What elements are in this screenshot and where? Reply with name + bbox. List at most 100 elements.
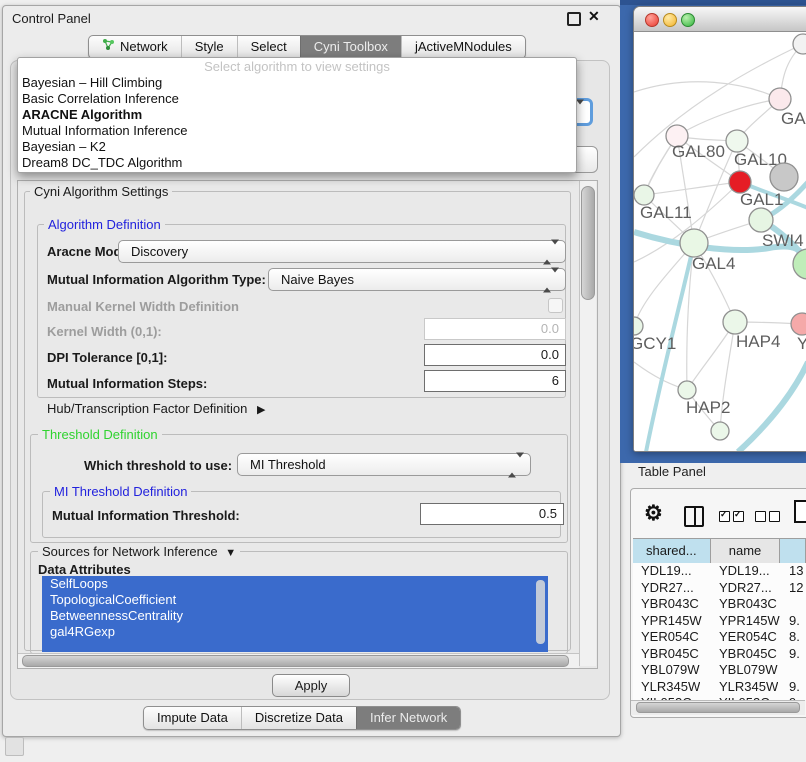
attribute-item[interactable]: TopologicalCoefficient bbox=[42, 592, 548, 608]
network-node-gal[interactable] bbox=[769, 88, 791, 110]
settings-gear-icon[interactable]: ⚙ bbox=[644, 501, 663, 526]
which-threshold-combobox[interactable]: MI Threshold bbox=[237, 453, 531, 476]
table-cell: YBR045C bbox=[719, 646, 777, 663]
float-window-icon[interactable] bbox=[567, 12, 581, 26]
aracne-mode-combobox[interactable]: Discovery bbox=[118, 240, 566, 263]
network-node-y[interactable] bbox=[791, 313, 806, 335]
close-panel-icon[interactable]: ✕ bbox=[588, 8, 600, 25]
network-canvas[interactable]: GALGAL80GAL10GAL1GAL11SWI4GAL4GCY1HAP4YH… bbox=[634, 32, 806, 451]
table-cell: YDL19... bbox=[641, 563, 692, 580]
network-edge[interactable] bbox=[738, 362, 806, 451]
settings-horizontal-scrollbar-thumb[interactable] bbox=[22, 655, 569, 667]
table-horizontal-scrollbar-thumb[interactable] bbox=[636, 702, 800, 713]
network-edge[interactable] bbox=[644, 182, 740, 195]
table-row[interactable]: YPR145WYPR145W9. bbox=[633, 613, 806, 630]
algorithm-option[interactable]: Mutual Information Inference bbox=[18, 123, 576, 139]
network-graph: GALGAL80GAL10GAL1GAL11SWI4GAL4GCY1HAP4YH… bbox=[634, 32, 806, 451]
algorithm-dropdown-list: Bayesian – Hill ClimbingBasic Correlatio… bbox=[18, 75, 576, 171]
split-table-icon[interactable] bbox=[684, 506, 704, 527]
table-row[interactable]: YBR043CYBR043C bbox=[633, 596, 806, 613]
network-node[interactable] bbox=[793, 249, 806, 279]
mi-algorithm-type-value: Naive Bayes bbox=[281, 272, 354, 287]
expand-arrow-icon: ▶ bbox=[257, 404, 265, 416]
settings-vertical-scrollbar-thumb[interactable] bbox=[581, 186, 595, 300]
tab-jactivemnodules[interactable]: jActiveMNodules bbox=[401, 36, 525, 58]
kernel-width-value: 0.0 bbox=[541, 321, 559, 336]
tab-label: Infer Network bbox=[370, 707, 447, 729]
table-row[interactable]: YLR345WYLR345W9. bbox=[633, 679, 806, 696]
network-node-gal11[interactable] bbox=[634, 185, 654, 205]
network-view-window: GALGAL80GAL10GAL1GAL11SWI4GAL4GCY1HAP4YH… bbox=[633, 6, 806, 452]
table-cell: 9. bbox=[789, 679, 800, 696]
mi-steps-label: Mutual Information Steps: bbox=[47, 376, 207, 391]
attribute-item[interactable]: BetweennessCentrality bbox=[42, 608, 548, 624]
unselect-columns-icon[interactable] bbox=[755, 511, 780, 522]
kernel-width-field[interactable]: 0.0 bbox=[424, 318, 566, 340]
column-header[interactable]: name bbox=[711, 539, 781, 563]
apply-button[interactable]: Apply bbox=[272, 674, 350, 697]
control-panel-tab-bar: NetworkStyleSelectCyni ToolboxjActiveMNo… bbox=[88, 35, 526, 59]
mi-algorithm-type-combobox[interactable]: Naive Bayes bbox=[268, 268, 566, 291]
algorithm-option[interactable]: Bayesian – Hill Climbing bbox=[18, 75, 576, 91]
network-node[interactable] bbox=[793, 34, 806, 54]
network-node-hap2[interactable] bbox=[678, 381, 696, 399]
data-attributes-list: SelfLoopsTopologicalCoefficientBetweenne… bbox=[42, 576, 548, 652]
network-node[interactable] bbox=[711, 422, 729, 440]
attribute-item[interactable]: SelfLoops bbox=[42, 576, 548, 592]
attribute-list-scrollbar-thumb[interactable] bbox=[536, 580, 545, 644]
algorithm-option[interactable]: Dream8 DC_TDC Algorithm bbox=[18, 155, 576, 171]
node-label: GAL1 bbox=[740, 190, 783, 209]
table-row[interactable]: YER054CYER054C8. bbox=[633, 629, 806, 646]
hub-definition-toggle[interactable]: Hub/Transcription Factor Definition ▶ bbox=[47, 401, 265, 416]
minimize-window-icon[interactable] bbox=[663, 13, 677, 27]
minimized-panel-icon[interactable] bbox=[5, 737, 24, 756]
dpi-tolerance-label: DPI Tolerance [0,1]: bbox=[47, 350, 167, 365]
table-row[interactable]: YDR27...YDR27...12 bbox=[633, 580, 806, 597]
algorithm-option[interactable]: Basic Correlation Inference bbox=[18, 91, 576, 107]
tab-network[interactable]: Network bbox=[89, 36, 181, 58]
hub-definition-label: Hub/Transcription Factor Definition bbox=[47, 401, 247, 416]
tab-infer-network[interactable]: Infer Network bbox=[356, 707, 460, 729]
table-cell: 9. bbox=[789, 613, 800, 630]
table-cell: YBL079W bbox=[641, 662, 700, 679]
mi-algorithm-type-label: Mutual Information Algorithm Type: bbox=[47, 272, 266, 287]
sources-group-header[interactable]: Sources for Network Inference ▼ bbox=[38, 544, 240, 559]
network-edge[interactable] bbox=[677, 99, 780, 136]
network-node-swi4[interactable] bbox=[749, 208, 773, 232]
mi-steps-field[interactable]: 6 bbox=[424, 370, 566, 392]
select-columns-icon[interactable] bbox=[719, 511, 744, 522]
node-label: GAL80 bbox=[672, 142, 725, 161]
dpi-tolerance-field[interactable]: 0.0 bbox=[424, 344, 566, 366]
table-row[interactable]: YBR045CYBR045C9. bbox=[633, 646, 806, 663]
table-row[interactable]: YBL079WYBL079W bbox=[633, 662, 806, 679]
network-window-titlebar[interactable] bbox=[634, 7, 806, 32]
table-cell: 9. bbox=[789, 646, 800, 663]
column-header[interactable] bbox=[780, 539, 806, 563]
tab-cyni-toolbox[interactable]: Cyni Toolbox bbox=[300, 36, 401, 58]
tab-discretize-data[interactable]: Discretize Data bbox=[241, 707, 356, 729]
algorithm-option[interactable]: Bayesian – K2 bbox=[18, 139, 576, 155]
network-node-gal4[interactable] bbox=[680, 229, 708, 257]
tab-impute-data[interactable]: Impute Data bbox=[144, 707, 241, 729]
algorithm-option[interactable]: ARACNE Algorithm bbox=[18, 107, 576, 123]
attribute-item[interactable]: gal4RGexp bbox=[42, 624, 548, 640]
zoom-window-icon[interactable] bbox=[681, 13, 695, 27]
table-row[interactable]: YDL19...YDL19...13 bbox=[633, 563, 806, 580]
close-window-icon[interactable] bbox=[645, 13, 659, 27]
manual-kernel-width-checkbox[interactable] bbox=[548, 298, 563, 313]
network-node[interactable] bbox=[770, 163, 798, 191]
network-node-gal10[interactable] bbox=[726, 130, 748, 152]
tab-label: Discretize Data bbox=[255, 707, 343, 729]
network-node-hap4[interactable] bbox=[723, 310, 747, 334]
column-header[interactable]: shared... bbox=[633, 539, 711, 563]
document-icon[interactable] bbox=[794, 500, 806, 523]
tab-style[interactable]: Style bbox=[181, 36, 237, 58]
mi-threshold-value: 0.5 bbox=[539, 506, 557, 521]
tab-select[interactable]: Select bbox=[237, 36, 300, 58]
network-edge[interactable] bbox=[634, 82, 780, 99]
network-node-gcy1[interactable] bbox=[634, 317, 643, 335]
mi-threshold-field[interactable]: 0.5 bbox=[420, 503, 564, 525]
table-cell: YER054C bbox=[641, 629, 699, 646]
cyni-algorithm-settings-title: Cyni Algorithm Settings bbox=[30, 184, 172, 199]
node-label: GAL bbox=[781, 109, 806, 128]
